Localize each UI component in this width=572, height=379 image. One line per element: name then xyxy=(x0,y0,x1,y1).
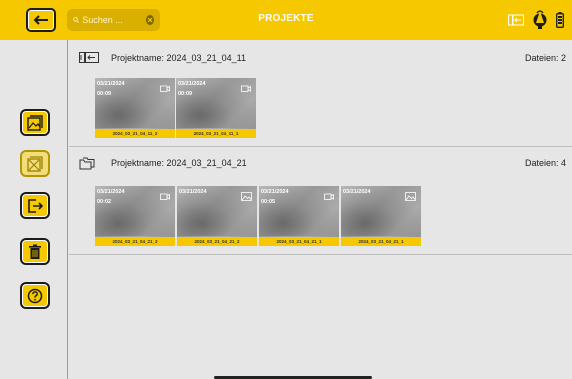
folder-icon xyxy=(79,157,95,170)
top-bar: PROJEKTE xyxy=(0,0,572,40)
battery-icon xyxy=(556,12,564,28)
thumbnail-date: 03/21/2024 xyxy=(97,81,125,87)
page-title: PROJEKTE xyxy=(258,13,314,24)
thumbnail-caption: 2024_03_21_04_21_2 xyxy=(177,237,257,246)
sidebar xyxy=(0,40,68,379)
device-icon[interactable] xyxy=(533,9,547,31)
thumbnail-date: 03/21/2024 xyxy=(343,189,371,195)
thumbnail-date: 03/21/2024 xyxy=(178,81,206,87)
thumbnail-duration: 00:09 xyxy=(97,91,112,97)
thumbnail-date: 03/21/2024 xyxy=(97,189,125,195)
video-icon xyxy=(160,85,170,92)
camera-import-icon[interactable] xyxy=(508,14,524,26)
thumbnail-date: 03/21/2024 xyxy=(261,189,289,195)
file-thumbnail[interactable]: 03/21/2024 00:09 2024_03_21_04_11_1 xyxy=(176,78,256,138)
help-button[interactable] xyxy=(20,282,50,309)
export-button[interactable] xyxy=(20,192,50,219)
file-thumbnail[interactable]: 03/21/2024 00:09 2024_03_21_04_11_2 xyxy=(95,78,175,138)
export-icon xyxy=(28,198,43,213)
status-icons xyxy=(508,8,564,32)
project-list: Projektname: 2024_03_21_04_11 Dateien: 2… xyxy=(69,40,572,379)
thumbnail-date: 03/21/2024 xyxy=(179,189,207,195)
project-name: Projektname: 2024_03_21_04_11 xyxy=(111,53,246,63)
thumbnail-duration: 00:09 xyxy=(178,91,193,97)
camera-import-icon xyxy=(79,52,99,63)
video-icon xyxy=(160,193,170,200)
file-count: Dateien: 2 xyxy=(524,53,566,63)
photo-icon xyxy=(241,192,252,201)
project-header[interactable]: Projektname: 2024_03_21_04_11 Dateien: 2 xyxy=(69,49,572,69)
thumbnail-caption: 2024_03_21_04_21_1 xyxy=(341,237,421,246)
video-icon xyxy=(241,85,251,92)
thumbnail-duration: 00:05 xyxy=(261,199,276,205)
file-count: Dateien: 4 xyxy=(524,158,566,168)
image-folder-icon xyxy=(27,114,43,131)
project-header[interactable]: Projektname: 2024_03_21_04_21 Dateien: 4 xyxy=(69,154,572,174)
help-icon xyxy=(27,288,43,303)
thumbnail-duration: 00:02 xyxy=(97,199,112,205)
divider xyxy=(69,146,572,147)
file-thumbnail[interactable]: 03/21/2024 2024_03_21_04_21_1 xyxy=(341,186,421,246)
gallery-button[interactable] xyxy=(20,109,50,136)
thumbnail-caption: 2024_03_21_04_21_1 xyxy=(259,237,339,246)
delete-button[interactable] xyxy=(20,238,50,265)
delete-images-button[interactable] xyxy=(20,150,50,177)
file-thumbnail[interactable]: 03/21/2024 2024_03_21_04_21_2 xyxy=(177,186,257,246)
thumbnail-caption: 2024_03_21_04_11_2 xyxy=(95,129,175,138)
image-crossed-icon xyxy=(27,155,43,172)
thumbnail-caption: 2024_03_21_04_21_2 xyxy=(95,237,175,246)
file-thumbnail[interactable]: 03/21/2024 00:05 2024_03_21_04_21_1 xyxy=(259,186,339,246)
video-icon xyxy=(324,193,334,200)
thumbnail-caption: 2024_03_21_04_11_1 xyxy=(176,129,256,138)
file-thumbnail[interactable]: 03/21/2024 00:02 2024_03_21_04_21_2 xyxy=(95,186,175,246)
trash-icon xyxy=(29,244,41,259)
photo-icon xyxy=(405,192,416,201)
project-name: Projektname: 2024_03_21_04_21 xyxy=(111,158,247,168)
divider xyxy=(69,254,572,255)
